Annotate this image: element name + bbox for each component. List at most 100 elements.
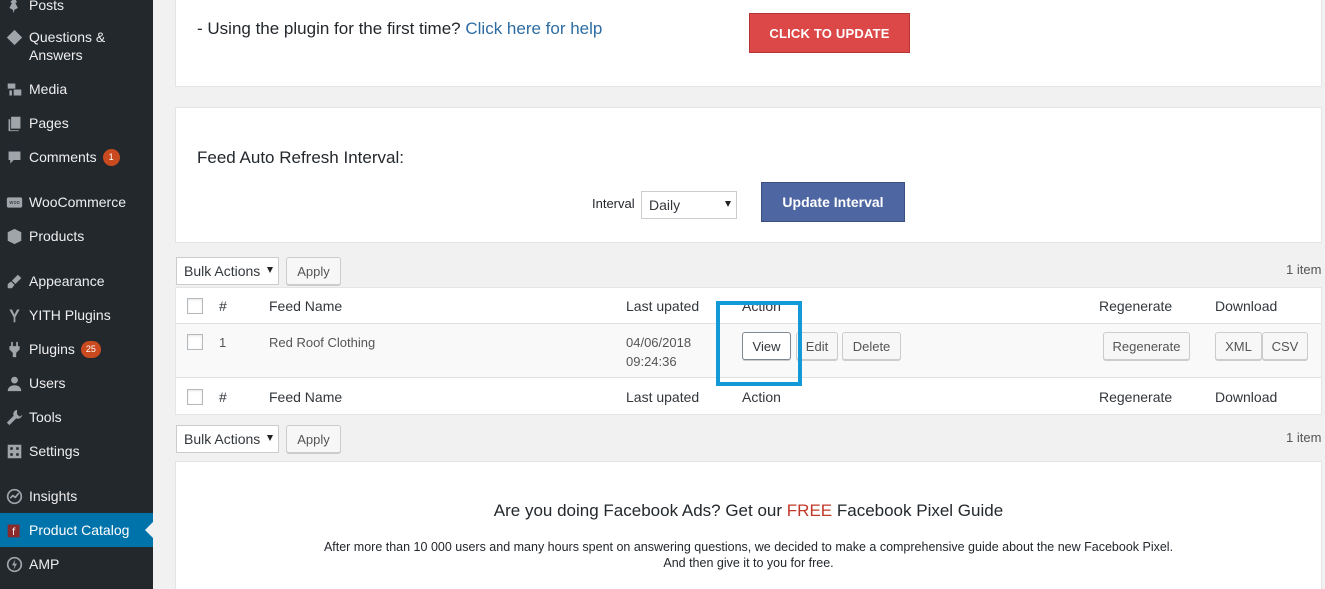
feed-date: 04/06/2018 bbox=[626, 335, 692, 350]
settings-icon bbox=[4, 442, 24, 460]
sidebar-item-label: Plugins bbox=[29, 341, 75, 357]
click-to-update-button[interactable]: CLICK TO UPDATE bbox=[749, 13, 910, 53]
col-download-footer: Download bbox=[1215, 389, 1278, 405]
interval-select[interactable]: Daily bbox=[641, 191, 737, 219]
sidebar-item-questions-answers[interactable]: Questions & Answers bbox=[0, 28, 153, 64]
sidebar-item-comments[interactable]: Comments 1 bbox=[0, 148, 153, 166]
sidebar-item-media[interactable]: Media bbox=[0, 80, 153, 98]
col-feed-name-footer[interactable]: Feed Name bbox=[269, 389, 342, 405]
yith-icon bbox=[4, 306, 24, 324]
sidebar-item-label: Products bbox=[29, 228, 85, 244]
sidebar-item-label: Insights bbox=[29, 488, 78, 504]
chevron-down-icon bbox=[725, 201, 731, 207]
sidebar-item-label: Media bbox=[29, 81, 68, 97]
bulk-actions-select-bottom[interactable]: Bulk Actions bbox=[176, 425, 279, 453]
sidebar-item-label: AMP bbox=[29, 556, 60, 572]
wrench-icon bbox=[4, 408, 24, 426]
sidebar-item-posts[interactable]: Posts bbox=[0, 0, 153, 15]
col-action-footer: Action bbox=[742, 389, 781, 405]
plugins-count-badge: 25 bbox=[80, 340, 101, 358]
plug-icon bbox=[4, 340, 24, 358]
delete-button[interactable]: Delete bbox=[842, 332, 901, 360]
sidebar-item-label: Posts bbox=[29, 0, 65, 13]
feed-name: Red Roof Clothing bbox=[269, 335, 376, 350]
sidebar-item-label: YITH Plugins bbox=[29, 307, 111, 323]
col-feed-name[interactable]: Feed Name bbox=[269, 298, 342, 314]
promo-title: Are you doing Facebook Ads? Get our FREE… bbox=[493, 501, 1004, 520]
promo-line-1: After more than 10 000 users and many ho… bbox=[323, 540, 1174, 554]
sidebar-item-product-catalog[interactable]: f Product Catalog bbox=[0, 513, 153, 547]
comments-icon bbox=[4, 148, 24, 166]
sidebar-item-label-line2: Answers bbox=[29, 47, 83, 63]
first-time-help-text: - Using the plugin for the first time? C… bbox=[197, 19, 603, 38]
sidebar-item-plugins[interactable]: Plugins 25 bbox=[0, 340, 153, 358]
media-icon bbox=[4, 80, 24, 98]
select-all-checkbox[interactable] bbox=[187, 298, 203, 314]
promo-panel: Are you doing Facebook Ads? Get our FREE… bbox=[175, 461, 1322, 589]
sidebar-item-users[interactable]: Users bbox=[0, 374, 153, 392]
row-checkbox[interactable] bbox=[187, 334, 203, 350]
sidebar-item-settings[interactable]: Settings bbox=[0, 442, 153, 460]
col-last-updated[interactable]: Last upated bbox=[626, 298, 699, 314]
highlight-box bbox=[716, 301, 802, 386]
sidebar-item-yith-plugins[interactable]: YITH Plugins bbox=[0, 306, 153, 324]
apply-button-top[interactable]: Apply bbox=[286, 257, 341, 285]
sidebar-item-label: WooCommerce bbox=[29, 194, 126, 210]
row-number: 1 bbox=[219, 335, 227, 350]
sidebar-item-tools[interactable]: Tools bbox=[0, 408, 153, 426]
col-regenerate: Regenerate bbox=[1099, 298, 1173, 314]
sidebar-item-woocommerce[interactable]: woo WooCommerce bbox=[0, 193, 153, 211]
sidebar-item-appearance[interactable]: Appearance bbox=[0, 272, 153, 290]
svg-text:woo: woo bbox=[9, 200, 19, 206]
amp-icon bbox=[4, 555, 24, 573]
admin-sidebar: Posts Questions & Answers Media Pages Co… bbox=[0, 0, 153, 589]
pages-icon bbox=[4, 114, 24, 132]
sidebar-item-pages[interactable]: Pages bbox=[0, 114, 153, 132]
insights-icon bbox=[4, 487, 24, 505]
sidebar-item-label: Questions & bbox=[29, 29, 106, 45]
select-all-checkbox-bottom[interactable] bbox=[187, 389, 203, 405]
feed-time: 09:24:36 bbox=[626, 354, 677, 369]
sidebar-item-amp[interactable]: AMP bbox=[0, 555, 153, 573]
pin-icon bbox=[4, 0, 24, 14]
sidebar-item-insights[interactable]: Insights bbox=[0, 487, 153, 505]
sidebar-item-label: Tools bbox=[29, 409, 62, 425]
download-csv-button[interactable]: CSV bbox=[1262, 332, 1308, 360]
promo-free-highlight: FREE bbox=[786, 501, 833, 520]
item-count-bottom: 1 item bbox=[1286, 430, 1322, 445]
sidebar-item-label: Settings bbox=[29, 443, 80, 459]
help-link[interactable]: Click here for help bbox=[465, 19, 602, 38]
col-regenerate-footer: Regenerate bbox=[1099, 389, 1173, 405]
col-number: # bbox=[219, 298, 227, 314]
sidebar-item-label: Comments bbox=[29, 149, 97, 165]
sidebar-item-products[interactable]: Products bbox=[0, 227, 153, 245]
edit-button[interactable]: Edit bbox=[796, 332, 838, 360]
download-xml-button[interactable]: XML bbox=[1215, 332, 1262, 360]
update-interval-button[interactable]: Update Interval bbox=[761, 182, 905, 222]
sidebar-item-label: Users bbox=[29, 375, 66, 391]
user-icon bbox=[4, 374, 24, 392]
regenerate-button[interactable]: Regenerate bbox=[1103, 332, 1190, 360]
item-count-top: 1 item bbox=[1286, 262, 1322, 277]
promo-line-2: And then give it to you for free. bbox=[663, 556, 834, 570]
col-download: Download bbox=[1215, 298, 1278, 314]
bulk-actions-select-top[interactable]: Bulk Actions bbox=[176, 257, 279, 285]
box-icon bbox=[4, 227, 24, 245]
brush-icon bbox=[4, 272, 24, 290]
col-last-updated-footer[interactable]: Last upated bbox=[626, 389, 699, 405]
interval-panel: Feed Auto Refresh Interval: Interval bbox=[175, 107, 1322, 243]
woo-icon: woo bbox=[4, 193, 24, 211]
sidebar-item-label: Product Catalog bbox=[29, 522, 130, 538]
tag-icon bbox=[4, 28, 24, 46]
catalog-icon: f bbox=[4, 521, 24, 539]
promo-description: After more than 10 000 users and many ho… bbox=[176, 539, 1321, 571]
col-number-footer: # bbox=[219, 389, 227, 405]
interval-label: Interval bbox=[592, 196, 635, 211]
chevron-down-icon bbox=[267, 435, 273, 441]
comments-count-badge: 1 bbox=[102, 148, 120, 166]
sidebar-item-label: Appearance bbox=[29, 273, 105, 289]
apply-button-bottom[interactable]: Apply bbox=[286, 425, 341, 453]
interval-title: Feed Auto Refresh Interval: bbox=[197, 148, 404, 167]
chevron-down-icon bbox=[267, 267, 273, 273]
sidebar-item-label: Pages bbox=[29, 115, 69, 131]
